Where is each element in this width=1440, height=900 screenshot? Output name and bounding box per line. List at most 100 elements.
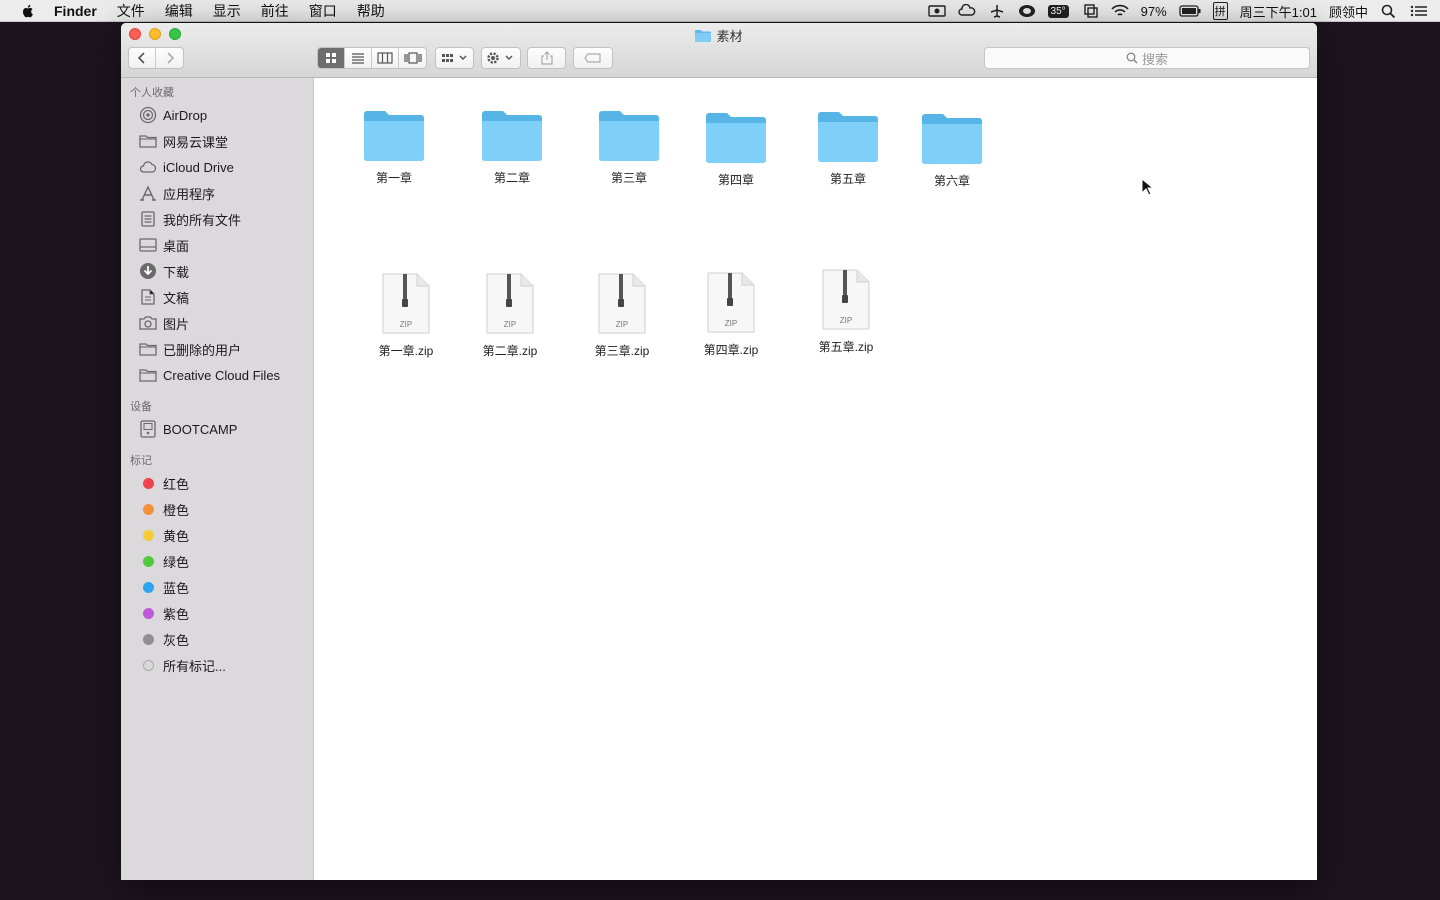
- zip-file-item[interactable]: ZIP 第三章.zip: [572, 273, 672, 359]
- back-button[interactable]: [129, 48, 156, 68]
- sidebar-item-label: 桌面: [163, 238, 190, 254]
- menu-app-name[interactable]: Finder: [54, 3, 97, 19]
- sidebar-item-creative-cloud-files[interactable]: Creative Cloud Files: [138, 364, 280, 386]
- search-field[interactable]: 搜索: [984, 47, 1310, 69]
- sidebar-tag-orange[interactable]: 橙色: [138, 498, 189, 520]
- all-files-icon: [138, 210, 158, 228]
- nav-buttons: [128, 47, 184, 69]
- cloud-sync-icon[interactable]: [957, 4, 976, 18]
- sidebar-tag-blue[interactable]: 蓝色: [138, 576, 189, 598]
- menu-view[interactable]: 显示: [213, 1, 241, 21]
- folder-item[interactable]: 第三章: [579, 110, 679, 186]
- window-title-text: 素材: [716, 29, 743, 44]
- sidebar-item-pictures[interactable]: 图片: [138, 312, 189, 334]
- zip-archive-icon: ZIP: [382, 273, 430, 334]
- menu-help[interactable]: 帮助: [357, 1, 385, 21]
- spotlight-icon[interactable]: [1380, 4, 1398, 18]
- folder-item[interactable]: 第一章: [344, 110, 444, 186]
- temperature-badge[interactable]: 35°: [1047, 4, 1069, 18]
- sidebar-item-documents[interactable]: 文稿: [138, 286, 189, 308]
- sidebar-item-netease[interactable]: 网易云课堂: [138, 130, 228, 152]
- screen-record-icon[interactable]: [927, 4, 946, 18]
- menu-window[interactable]: 窗口: [309, 1, 337, 21]
- columns-icon: [377, 52, 393, 64]
- folder-item[interactable]: 第四章: [686, 112, 786, 188]
- arrange-icon: [441, 54, 466, 62]
- sidebar-item-applications[interactable]: 应用程序: [138, 182, 215, 204]
- folder-item[interactable]: 第五章: [798, 111, 898, 187]
- file-browser: 第一章 第二章 第三章 第四章 第五章 第六章 ZIP 第一章.zip ZIP: [314, 78, 1317, 880]
- action-button[interactable]: [481, 47, 521, 69]
- folder-name: 第一章: [375, 171, 412, 185]
- battery-percent[interactable]: 97%: [1141, 4, 1167, 19]
- folder-name: 第三章: [610, 171, 647, 185]
- sidebar-item-icloud[interactable]: iCloud Drive: [138, 156, 234, 178]
- sidebar-item-label: iCloud Drive: [163, 159, 234, 175]
- tag-color-dot: [142, 503, 154, 515]
- sidebar-all-tags[interactable]: 所有标记...: [138, 654, 226, 676]
- sidebar-item-label: Creative Cloud Files: [163, 367, 281, 383]
- sidebar-item-deleted-users[interactable]: 已删除的用户: [138, 338, 241, 360]
- devices-section-title: 设备: [130, 401, 152, 413]
- share-button[interactable]: [527, 47, 566, 69]
- mouse-cursor-icon: [1141, 178, 1153, 196]
- zip-file-item[interactable]: ZIP 第五章.zip: [796, 269, 896, 355]
- sidebar-tag-gray[interactable]: 灰色: [138, 628, 189, 650]
- zip-file-item[interactable]: ZIP 第四章.zip: [681, 272, 781, 358]
- column-view-button[interactable]: [372, 48, 399, 68]
- notification-center-icon[interactable]: [1410, 4, 1428, 18]
- tags-button[interactable]: [573, 47, 613, 69]
- sidebar-item-airdrop[interactable]: AirDrop: [138, 104, 207, 126]
- battery-icon[interactable]: [1179, 4, 1201, 18]
- airplane-icon[interactable]: [988, 4, 1006, 18]
- zip-file-item[interactable]: ZIP 第二章.zip: [460, 273, 560, 359]
- sidebar-item-bootcamp[interactable]: BOOTCAMP: [138, 418, 237, 440]
- sidebar: 个人收藏 AirDrop 网易云课堂 iCloud Drive 应用程序 我的所…: [121, 78, 314, 880]
- tags-section-title: 标记: [130, 455, 152, 467]
- sidebar-item-label: 紫色: [163, 606, 190, 622]
- sidebar-item-label: 绿色: [163, 554, 190, 570]
- folder-name: 第二章: [493, 171, 530, 185]
- folder-item[interactable]: 第六章: [902, 113, 1002, 189]
- zip-archive-icon: ZIP: [822, 269, 870, 330]
- sidebar-item-label: 橙色: [163, 502, 190, 518]
- sidebar-item-desktop[interactable]: 桌面: [138, 234, 189, 256]
- sidebar-item-all-files[interactable]: 我的所有文件: [138, 208, 241, 230]
- download-icon: [138, 262, 158, 280]
- apple-icon[interactable]: [20, 3, 36, 19]
- folder-icon: [818, 112, 878, 162]
- creative-cloud-icon[interactable]: [1018, 4, 1036, 18]
- menu-file[interactable]: 文件: [117, 1, 145, 21]
- file-name: 第四章.zip: [703, 343, 759, 357]
- input-method[interactable]: 拼: [1212, 2, 1228, 20]
- sidebar-item-downloads[interactable]: 下载: [138, 260, 189, 282]
- sidebar-tag-green[interactable]: 绿色: [138, 550, 189, 572]
- menu-bar: Finder 文件 编辑 显示 前往 窗口 帮助 35° 97% 拼 周三下午1…: [0, 0, 1440, 22]
- desktop-icon: [138, 236, 158, 254]
- zip-file-item[interactable]: ZIP 第一章.zip: [356, 273, 456, 359]
- sidebar-item-label: 图片: [163, 316, 190, 332]
- user-name[interactable]: 顾领中: [1329, 2, 1368, 21]
- folder-item[interactable]: 第二章: [462, 110, 562, 186]
- sidebar-tag-yellow[interactable]: 黄色: [138, 524, 189, 546]
- gallery-view-button[interactable]: [399, 48, 426, 68]
- copy-icon[interactable]: [1081, 4, 1099, 18]
- menu-go[interactable]: 前往: [261, 1, 289, 21]
- tag-color-dot: [142, 555, 154, 567]
- forward-button[interactable]: [156, 48, 183, 68]
- sidebar-tag-red[interactable]: 红色: [138, 472, 189, 494]
- chevron-left-icon: [137, 52, 145, 64]
- sidebar-item-label: 已删除的用户: [163, 342, 242, 358]
- clock[interactable]: 周三下午1:01: [1240, 2, 1317, 21]
- list-view-button[interactable]: [345, 48, 372, 68]
- gear-icon: [487, 52, 513, 64]
- sidebar-item-label: 网易云课堂: [163, 134, 229, 150]
- menu-edit[interactable]: 编辑: [165, 1, 193, 21]
- icon-view-button[interactable]: [318, 48, 345, 68]
- grid-icon: [326, 53, 336, 63]
- sidebar-item-label: 应用程序: [163, 186, 216, 202]
- sidebar-item-label: 我的所有文件: [163, 212, 242, 228]
- sidebar-tag-purple[interactable]: 紫色: [138, 602, 189, 624]
- group-by-button[interactable]: [435, 47, 474, 69]
- wifi-icon[interactable]: [1111, 4, 1129, 18]
